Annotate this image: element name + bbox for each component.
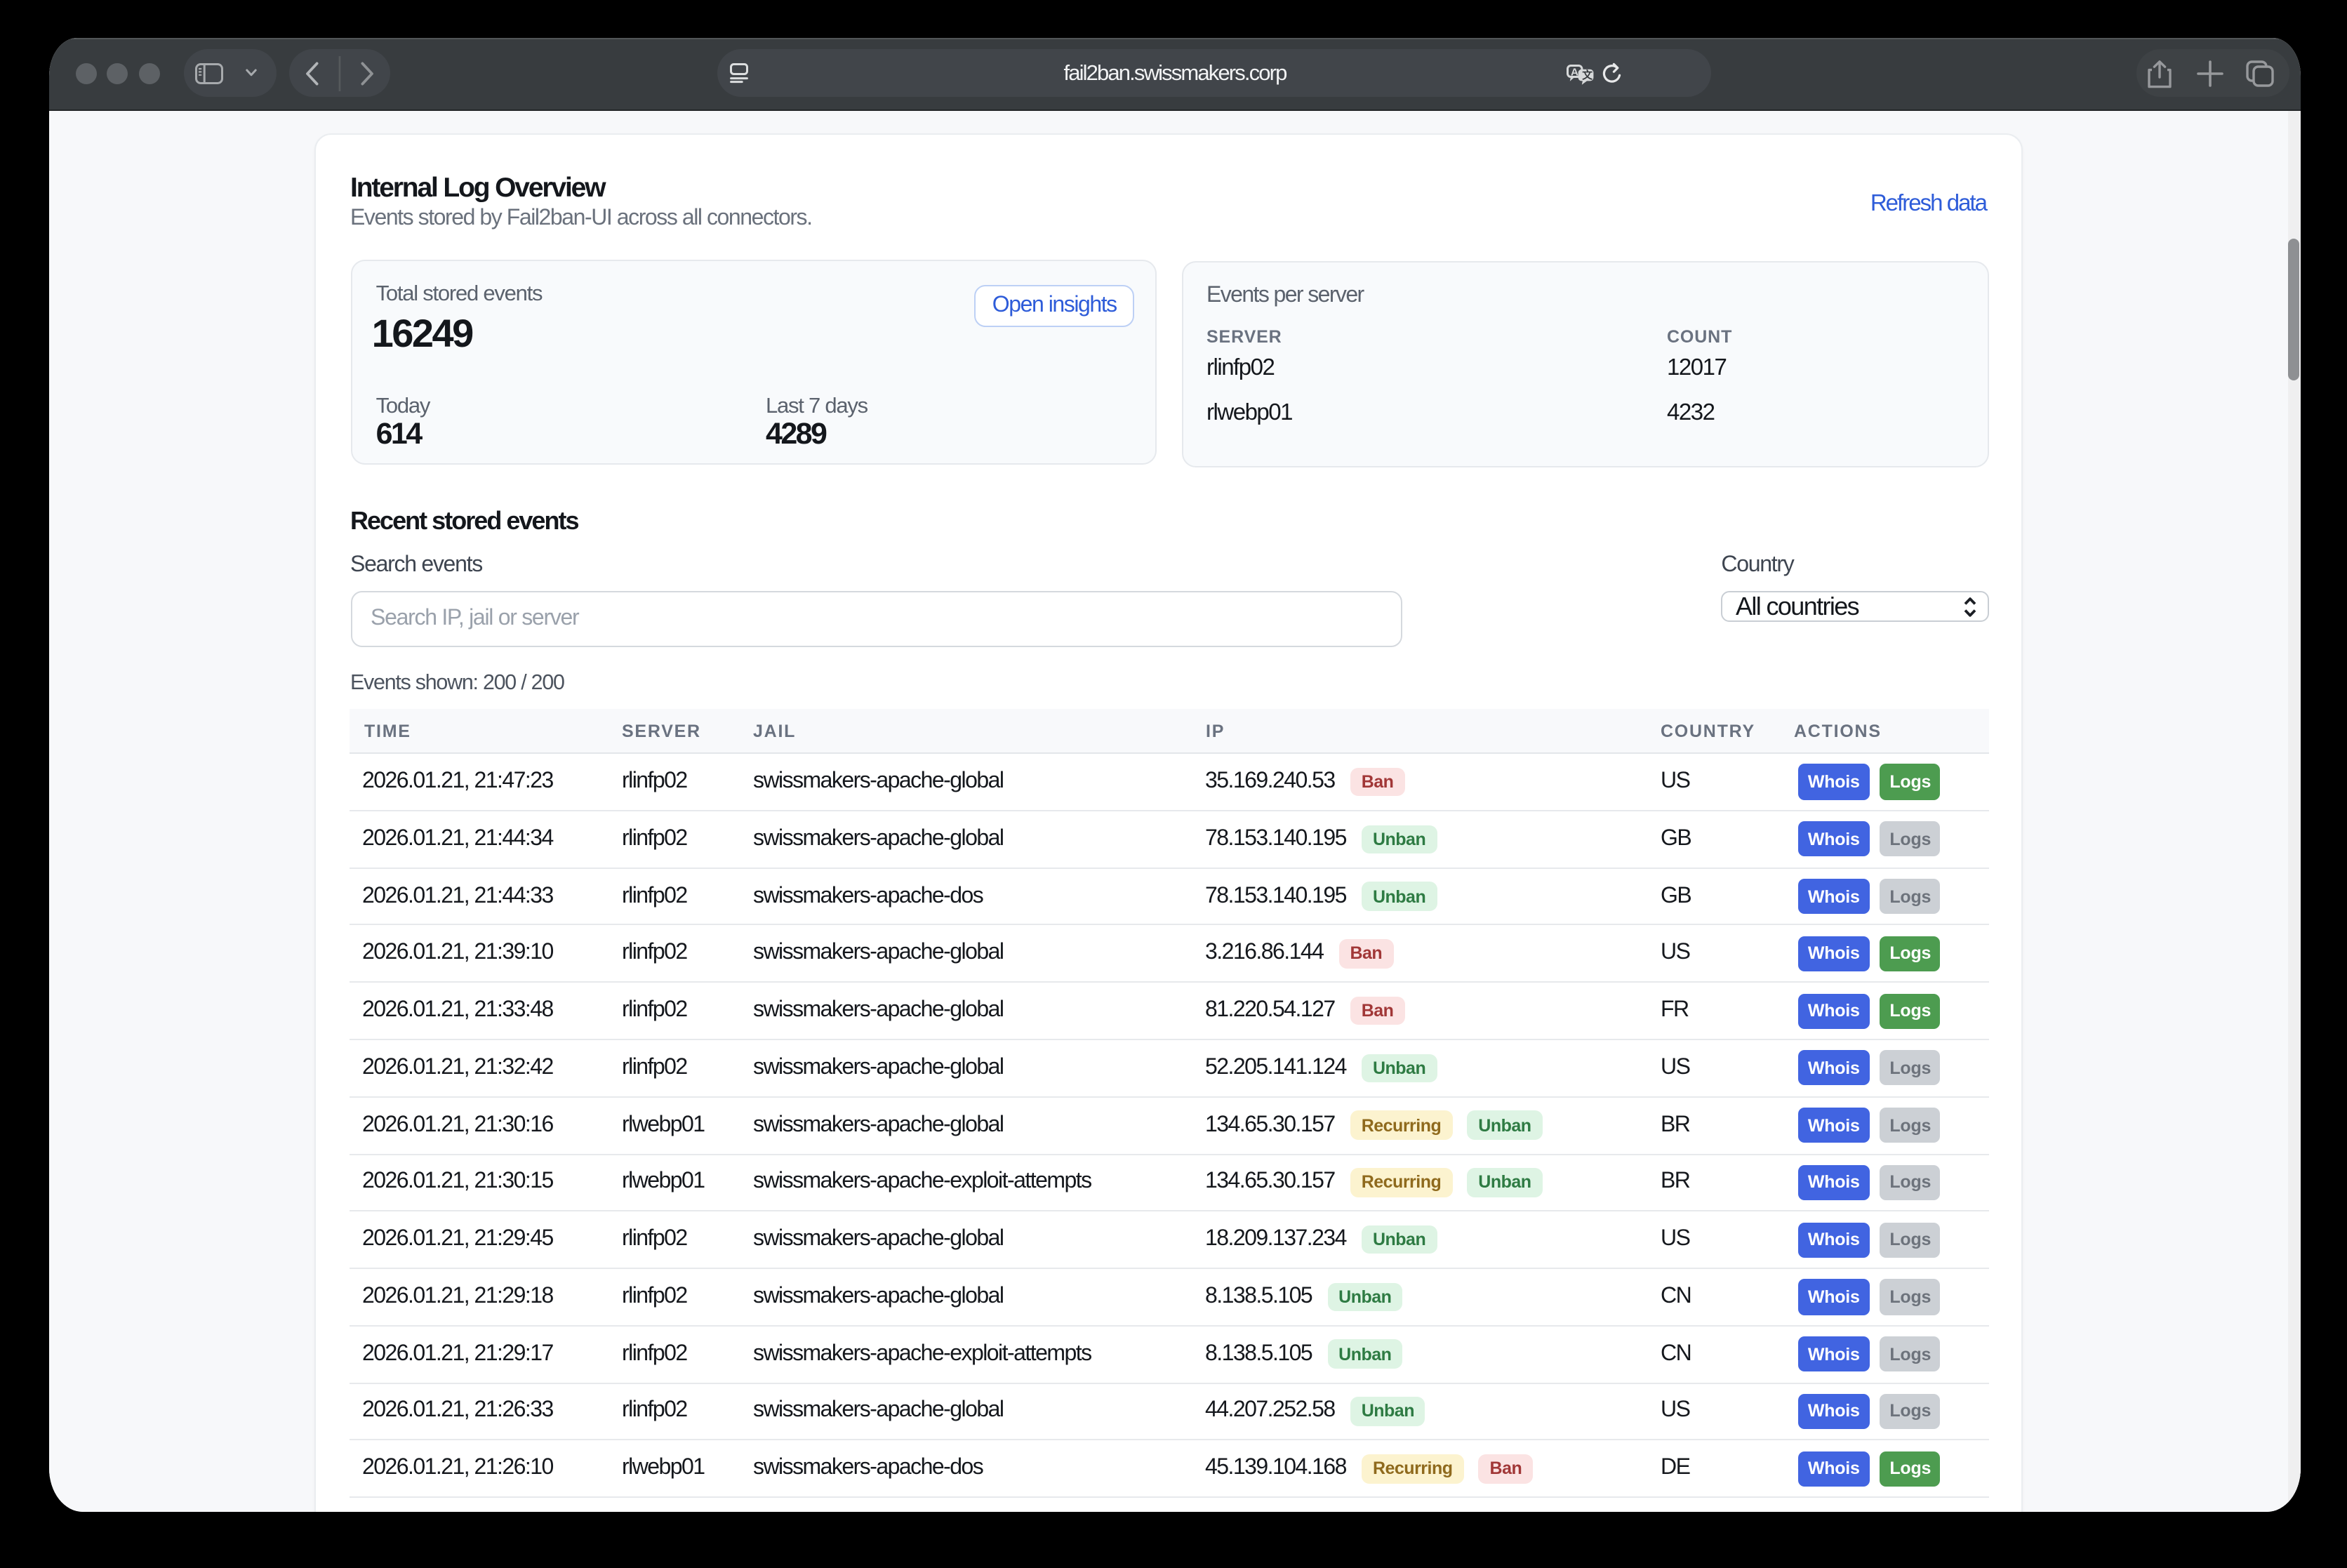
svg-text:文: 文 [1582,68,1593,81]
svg-text:A: A [1571,65,1578,77]
